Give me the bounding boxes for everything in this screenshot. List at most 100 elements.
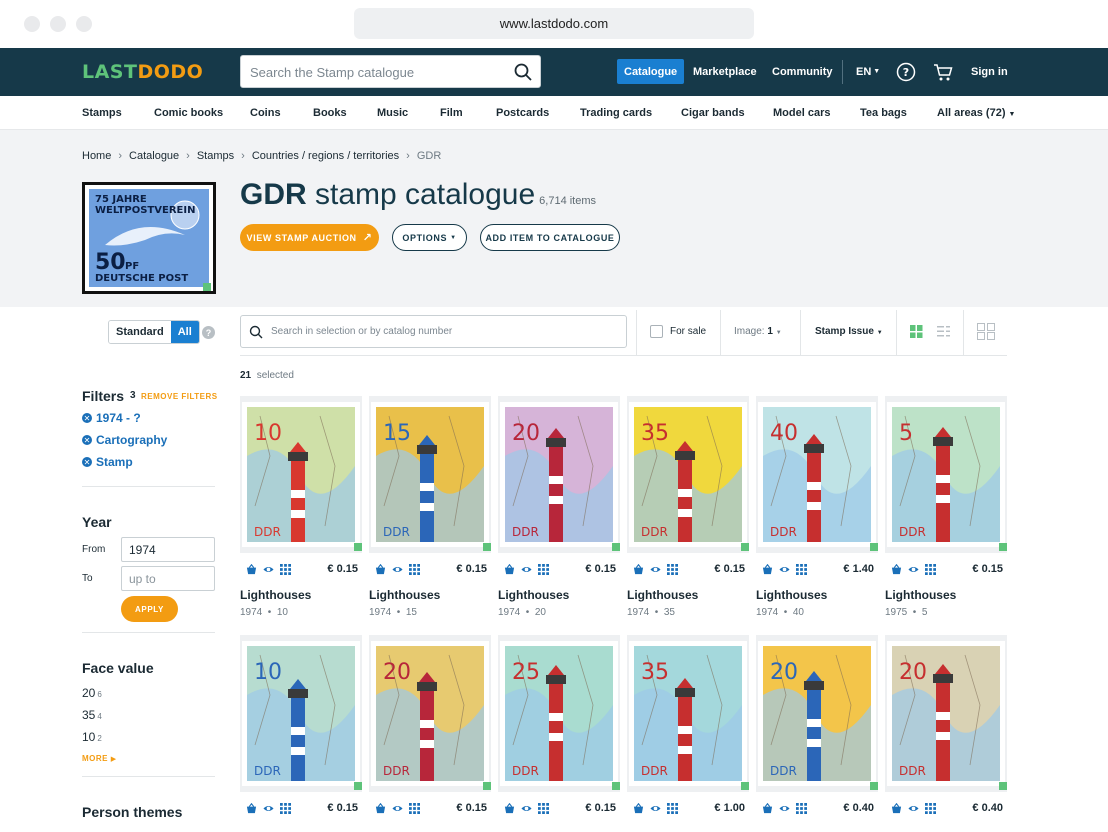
stamp-image[interactable]: 20 DDR [498, 396, 620, 553]
category-coins[interactable]: Coins [250, 107, 281, 119]
stamp-image[interactable]: 20 DDR [756, 635, 878, 792]
basket-icon[interactable] [246, 563, 257, 575]
stamp-image[interactable]: 20 DDR [885, 635, 1007, 792]
breadcrumb-home[interactable]: Home [82, 150, 111, 162]
item-title[interactable]: Lighthouses [756, 588, 827, 602]
eye-icon[interactable] [908, 803, 919, 814]
basket-icon[interactable] [504, 802, 515, 814]
filter-chip-stamp[interactable]: ✕ Stamp [82, 455, 133, 469]
close-icon[interactable]: ✕ [82, 413, 92, 423]
basket-icon[interactable] [375, 563, 386, 575]
stamp-image[interactable]: 40 DDR [756, 396, 878, 553]
eye-icon[interactable] [908, 564, 919, 575]
basket-icon[interactable] [762, 802, 773, 814]
collection-grid-icon[interactable] [667, 802, 678, 814]
category-trading-cards[interactable]: Trading cards [580, 107, 652, 119]
eye-icon[interactable] [779, 564, 790, 575]
eye-icon[interactable] [521, 564, 532, 575]
sign-in-link[interactable]: Sign in [964, 59, 1015, 84]
year-from-input[interactable]: 1974 [121, 537, 215, 562]
category-all-areas[interactable]: All areas (72) ▼ [937, 107, 1015, 119]
compact-grid-icon[interactable] [977, 323, 995, 340]
basket-icon[interactable] [891, 563, 902, 575]
collection-grid-icon[interactable] [538, 802, 549, 814]
basket-icon[interactable] [246, 802, 257, 814]
category-postcards[interactable]: Postcards [496, 107, 549, 119]
help-icon[interactable]: ? [202, 326, 215, 339]
stamp-image[interactable]: 10 DDR [240, 396, 362, 553]
category-music[interactable]: Music [377, 107, 408, 119]
search-icon[interactable] [513, 62, 533, 82]
view-auction-button[interactable]: VIEW STAMP AUCTION ↗ [240, 224, 379, 251]
selection-search-input[interactable]: Search in selection or by catalog number [240, 315, 627, 348]
collection-grid-icon[interactable] [667, 563, 678, 575]
help-icon[interactable]: ? [895, 61, 917, 83]
filter-chip-cartography[interactable]: ✕ Cartography [82, 433, 167, 447]
collection-grid-icon[interactable] [409, 802, 420, 814]
face-value-option[interactable]: 10 2 [82, 730, 102, 744]
minimize-window-dot[interactable] [50, 16, 66, 32]
catalogue-search-input[interactable]: Search the Stamp catalogue [240, 55, 541, 88]
nav-marketplace[interactable]: Marketplace [686, 59, 764, 84]
options-button[interactable]: OPTIONS ▼ [392, 224, 467, 251]
eye-icon[interactable] [650, 564, 661, 575]
basket-icon[interactable] [762, 563, 773, 575]
collection-grid-icon[interactable] [280, 563, 291, 575]
stamp-image[interactable]: 10 DDR [240, 635, 362, 792]
list-view-icon[interactable] [937, 325, 950, 338]
stamp-image[interactable]: 15 DDR [369, 396, 491, 553]
stamp-image[interactable]: 35 DDR [627, 396, 749, 553]
collection-grid-icon[interactable] [796, 802, 807, 814]
logo[interactable]: LASTDODO [82, 61, 203, 83]
nav-catalogue[interactable]: Catalogue [617, 59, 685, 84]
collection-grid-icon[interactable] [280, 802, 291, 814]
basket-icon[interactable] [375, 802, 386, 814]
mode-all[interactable]: All [170, 321, 199, 343]
breadcrumb-countries[interactable]: Countries / regions / territories [252, 150, 399, 162]
eye-icon[interactable] [779, 803, 790, 814]
close-icon[interactable]: ✕ [82, 457, 92, 467]
collection-grid-icon[interactable] [925, 802, 936, 814]
stamp-image[interactable]: 5 DDR [885, 396, 1007, 553]
eye-icon[interactable] [521, 803, 532, 814]
item-title[interactable]: Lighthouses [240, 588, 311, 602]
close-window-dot[interactable] [24, 16, 40, 32]
item-title[interactable]: Lighthouses [627, 588, 698, 602]
category-stamps[interactable]: Stamps [82, 107, 122, 119]
basket-icon[interactable] [891, 802, 902, 814]
for-sale-checkbox[interactable] [650, 325, 663, 338]
eye-icon[interactable] [392, 564, 403, 575]
category-film[interactable]: Film [440, 107, 463, 119]
eye-icon[interactable] [650, 803, 661, 814]
language-selector[interactable]: EN ▼ [849, 59, 887, 84]
filter-chip-year[interactable]: ✕ 1974 - ? [82, 411, 141, 425]
stamp-image[interactable]: 25 DDR [498, 635, 620, 792]
category-comic-books[interactable]: Comic books [154, 107, 223, 119]
stamp-image[interactable]: 20 DDR [369, 635, 491, 792]
mode-standard[interactable]: Standard [109, 321, 171, 343]
category-tea-bags[interactable]: Tea bags [860, 107, 907, 119]
breadcrumb-stamps[interactable]: Stamps [197, 150, 234, 162]
category-model-cars[interactable]: Model cars [773, 107, 830, 119]
maximize-window-dot[interactable] [76, 16, 92, 32]
collection-grid-icon[interactable] [796, 563, 807, 575]
category-cigar-bands[interactable]: Cigar bands [681, 107, 745, 119]
item-title[interactable]: Lighthouses [885, 588, 956, 602]
eye-icon[interactable] [263, 803, 274, 814]
collection-grid-icon[interactable] [925, 563, 936, 575]
collection-grid-icon[interactable] [409, 563, 420, 575]
apply-button[interactable]: APPLY [121, 596, 178, 622]
basket-icon[interactable] [633, 563, 644, 575]
item-title[interactable]: Lighthouses [498, 588, 569, 602]
cart-icon[interactable] [932, 61, 954, 83]
category-books[interactable]: Books [313, 107, 347, 119]
collection-grid-icon[interactable] [538, 563, 549, 575]
nav-community[interactable]: Community [765, 59, 840, 84]
image-selector[interactable]: Image: 1 ▼ [734, 326, 782, 337]
grid-view-icon[interactable] [910, 325, 923, 338]
sort-selector[interactable]: Stamp Issue ▼ [815, 326, 883, 337]
face-value-option[interactable]: 35 4 [82, 708, 102, 722]
close-icon[interactable]: ✕ [82, 435, 92, 445]
eye-icon[interactable] [392, 803, 403, 814]
more-link[interactable]: MORE ▶ [82, 754, 117, 763]
